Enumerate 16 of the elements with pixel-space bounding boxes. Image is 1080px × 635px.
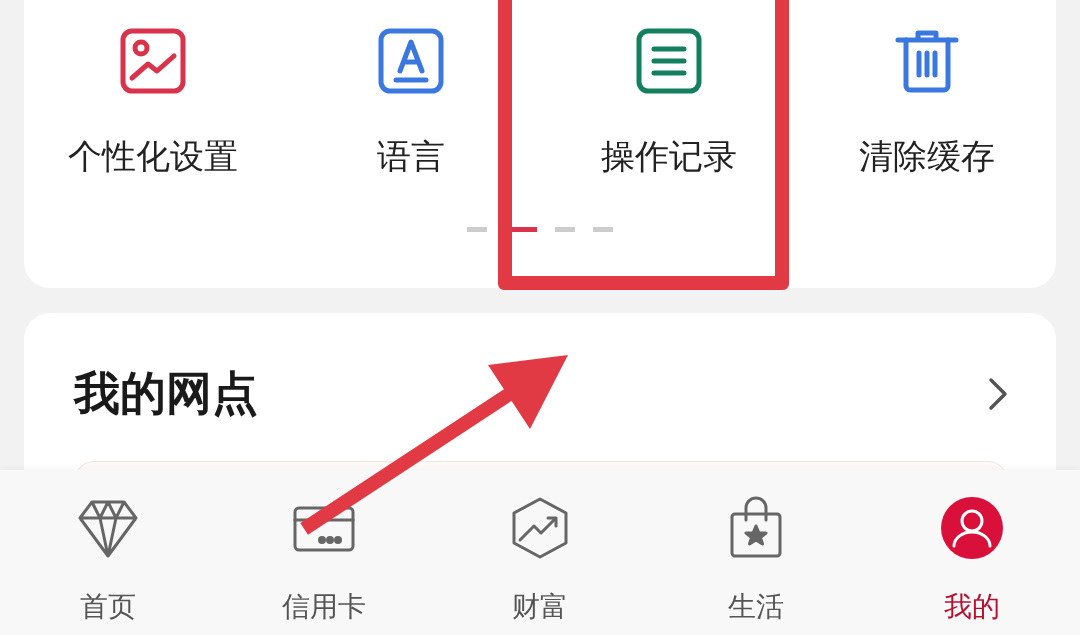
chevron-icon[interactable] [988, 377, 1008, 411]
shortcut-label[interactable]: 清除缓存 [859, 136, 995, 177]
shortcut-label[interactable]: 操作记录 [601, 136, 737, 177]
person-icon [940, 496, 1004, 560]
tab[interactable]: 信用卡 [216, 470, 432, 635]
image-icon[interactable] [120, 28, 186, 94]
card-title: 我的网点 [74, 365, 258, 422]
tab[interactable]: 我的 [864, 470, 1080, 635]
tab[interactable]: 首页 [0, 470, 216, 635]
shortcut-label[interactable]: 语言 [377, 136, 445, 177]
letter-icon[interactable] [378, 28, 444, 94]
shortcut-label[interactable]: 个性化设置 [68, 136, 238, 177]
list-icon[interactable] [636, 28, 702, 94]
trash-icon[interactable] [894, 28, 960, 94]
tab[interactable]: 生活 [648, 470, 864, 635]
tab[interactable]: 财富 [432, 470, 648, 635]
